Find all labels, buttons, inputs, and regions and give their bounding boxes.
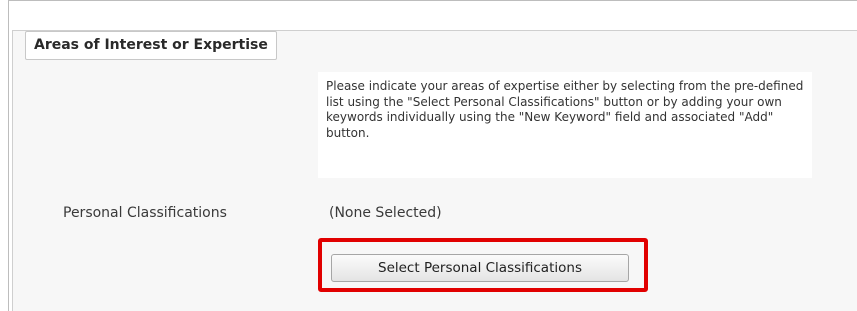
instructions-text: Please indicate your areas of expertise …	[318, 72, 812, 178]
personal-classifications-label: Personal Classifications	[63, 205, 227, 221]
personal-classifications-value: (None Selected)	[329, 205, 442, 221]
select-personal-classifications-button[interactable]: Select Personal Classifications	[331, 254, 629, 282]
section-title: Areas of Interest or Expertise	[25, 31, 277, 60]
